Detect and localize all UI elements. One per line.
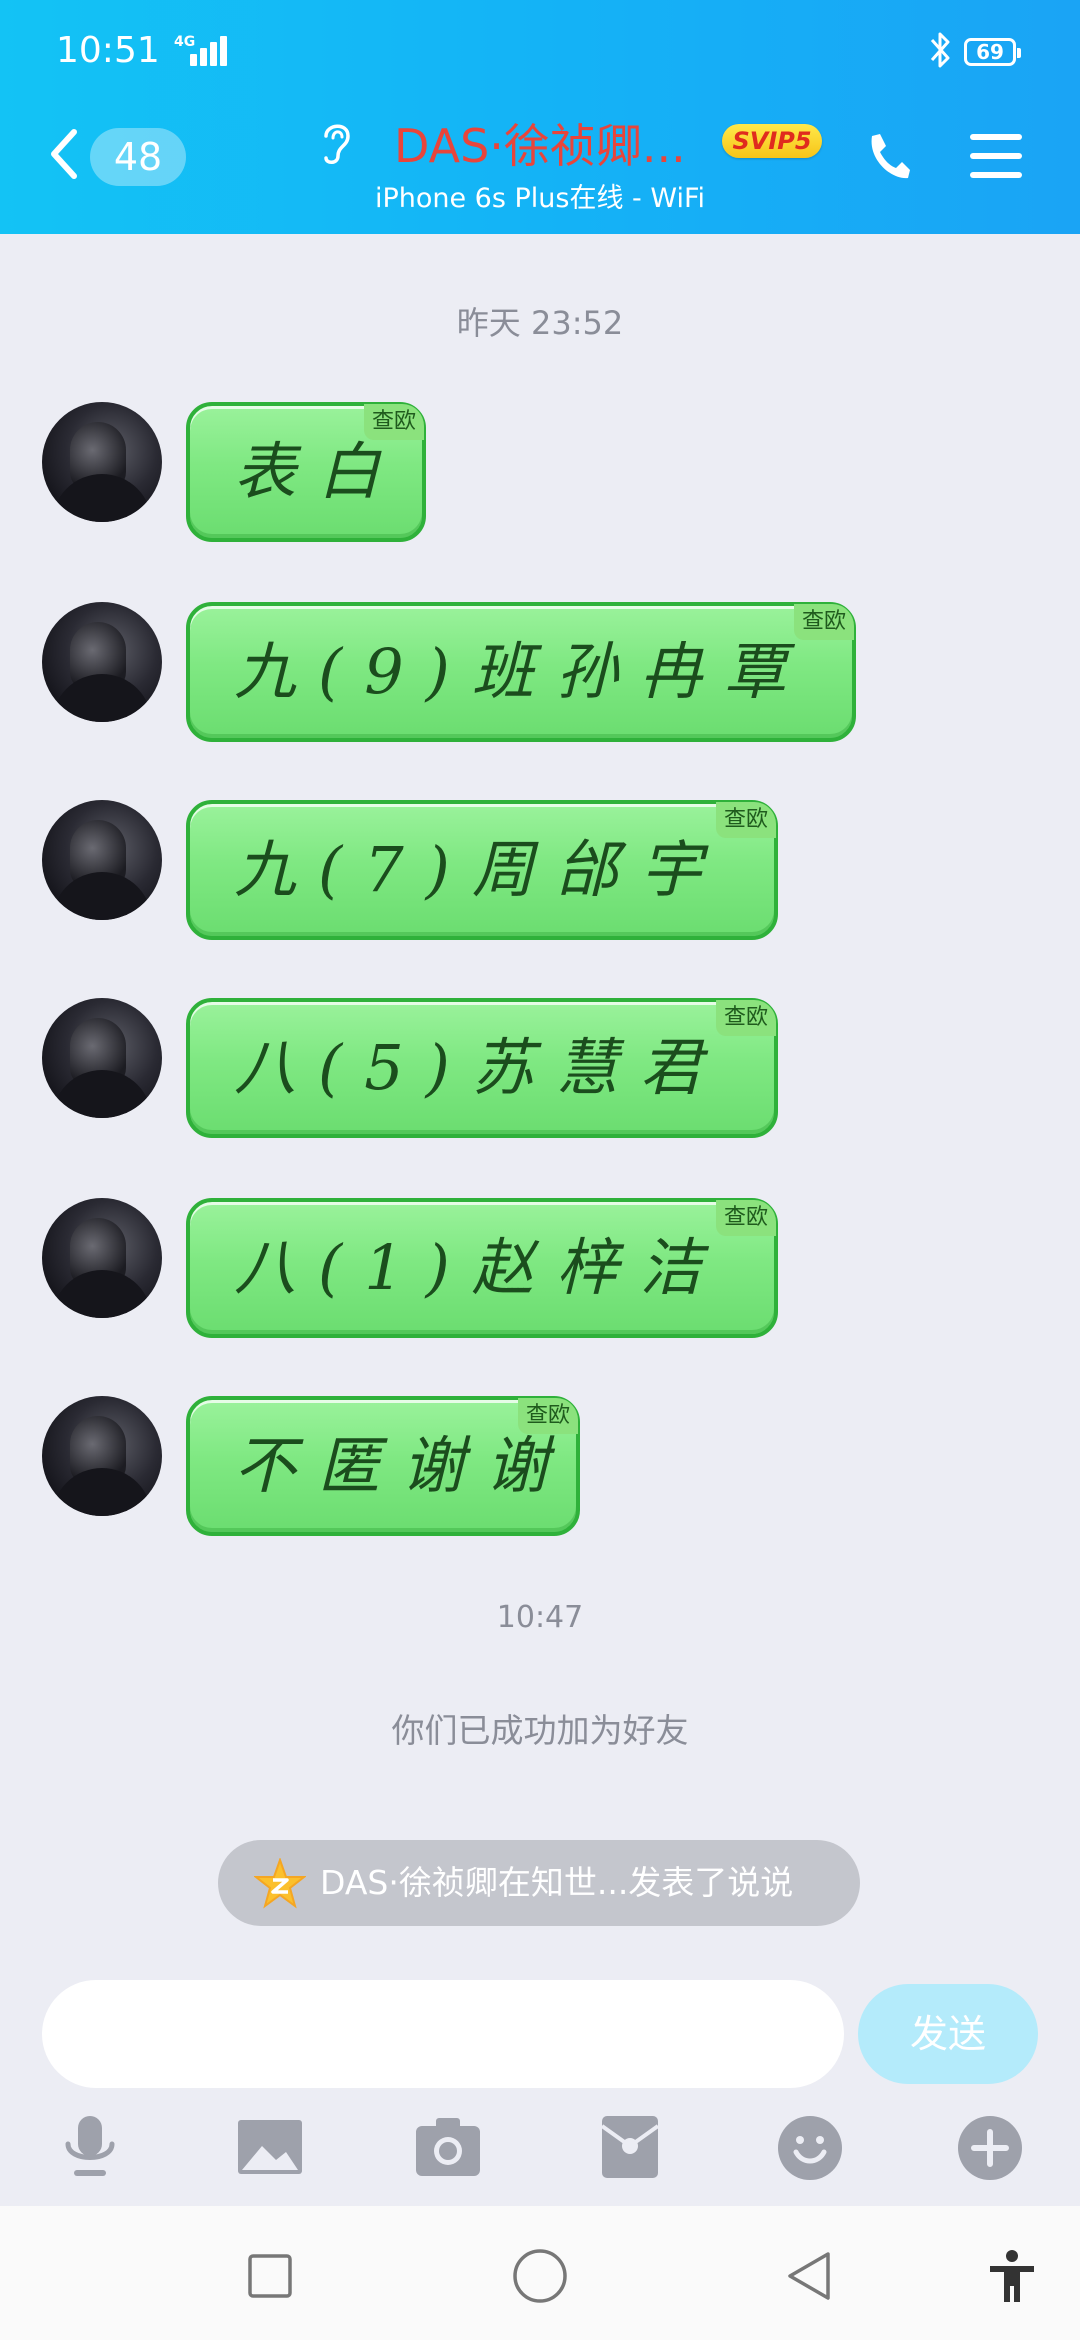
chat-title[interactable]: DAS·徐祯卿... [394,110,686,176]
sender-avatar[interactable] [42,1198,162,1318]
sender-avatar[interactable] [42,402,162,522]
back-icon[interactable] [782,2248,838,2304]
message-bubble[interactable]: 九(7)周邰宇 查欧 [186,800,778,940]
status-time: 10:51 [56,30,160,71]
message-bubble[interactable]: 表白 查欧 [186,402,426,542]
message-text: 九(9)班孙冉覃 [234,635,808,708]
sender-avatar[interactable] [42,602,162,722]
send-button[interactable]: 发送 [858,1984,1038,2084]
bubble-tag: 查欧 [793,604,854,640]
ear-icon[interactable] [316,118,356,166]
sender-avatar[interactable] [42,1396,162,1516]
message-input[interactable] [42,1980,844,2088]
battery-indicator: 69 [964,38,1021,66]
notification-text: DAS·徐祯卿在知世...发表了说说 [320,1863,794,1902]
system-message: 你们已成功加为好友 [391,1711,689,1750]
recent-apps-icon[interactable] [242,2248,298,2304]
sender-avatar[interactable] [42,998,162,1118]
system-navigation-bar [0,2206,1080,2340]
message-timestamp: 昨天 23:52 [456,304,624,342]
moment-notification[interactable]: DAS·徐祯卿在知世...发表了说说 [218,1840,860,1926]
phone-icon[interactable] [862,130,912,182]
message-text: 八(5)苏慧君 [234,1031,724,1104]
bluetooth-icon [930,32,950,68]
bubble-tag: 查欧 [517,1398,578,1434]
message-bubble[interactable]: 不匿谢谢 查欧 [186,1396,580,1536]
message-bubble[interactable]: 八(1)赵梓洁 查欧 [186,1198,778,1338]
star-icon [254,1858,306,1909]
bubble-tag: 查欧 [363,404,424,440]
sender-avatar[interactable] [42,800,162,920]
home-icon[interactable] [512,2248,568,2304]
message-text: 八(1)赵梓洁 [234,1231,724,1304]
bubble-tag: 查欧 [715,1200,776,1236]
microphone-icon[interactable] [56,2112,124,2182]
back-arrow-icon[interactable] [46,126,80,182]
red-packet-icon[interactable] [596,2112,664,2182]
emoji-icon[interactable] [776,2112,844,2182]
message-bubble[interactable]: 九(9)班孙冉覃 查欧 [186,602,856,742]
message-text: 九(7)周邰宇 [234,833,724,906]
accessibility-icon[interactable] [984,2248,1040,2304]
plus-icon[interactable] [956,2112,1024,2182]
bubble-tag: 查欧 [715,802,776,838]
camera-icon[interactable] [414,2112,482,2182]
network-type: 4G [174,34,196,50]
bubble-tag: 查欧 [715,1000,776,1036]
chat-header: 10:51 4G 69 48 DAS·徐祯卿... SVIP5 iPhone 6… [0,0,1080,234]
message-bubble[interactable]: 八(5)苏慧君 查欧 [186,998,778,1138]
message-timestamp: 10:47 [496,1600,584,1635]
online-status: iPhone 6s Plus在线 - WiFi [374,183,706,214]
image-icon[interactable] [236,2112,304,2182]
menu-icon[interactable] [970,132,1022,180]
vip-badge: SVIP5 [722,124,822,158]
